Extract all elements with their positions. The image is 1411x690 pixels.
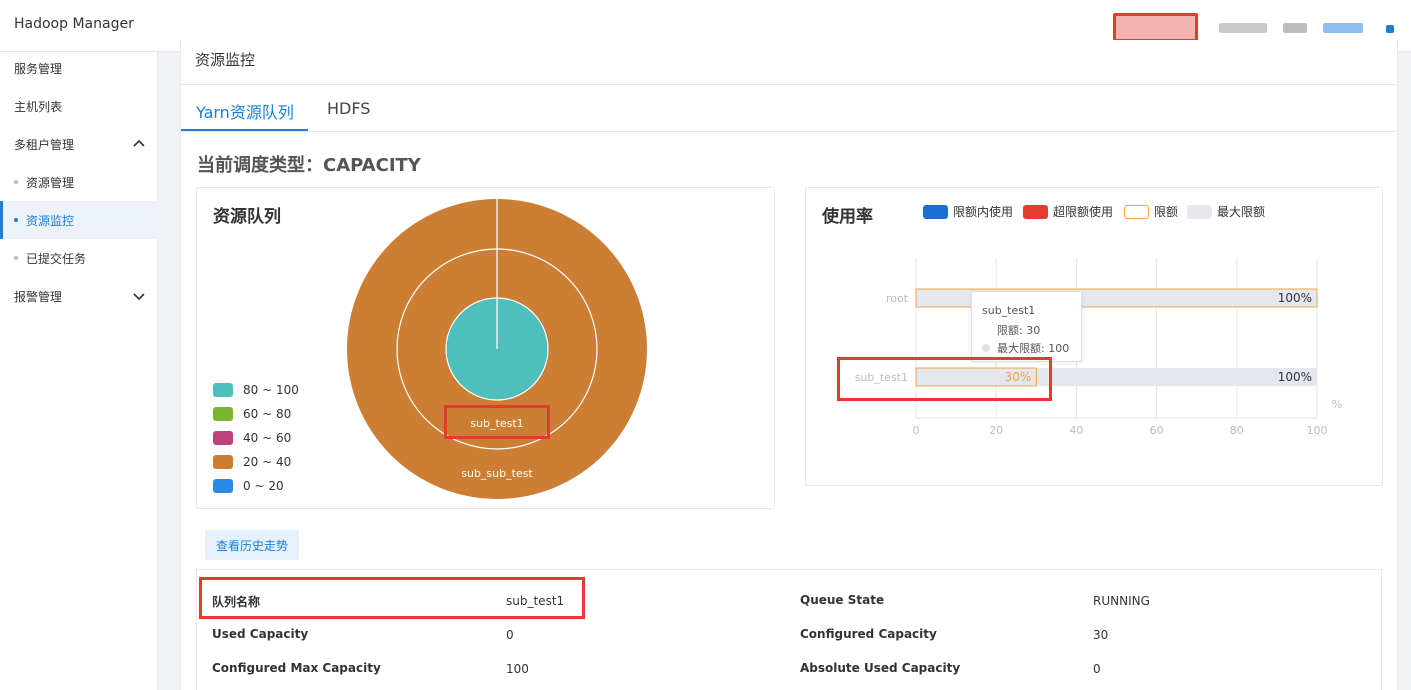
sidebar-item-label: 主机列表 <box>14 99 63 114</box>
x-tick-label: 80 <box>1230 424 1244 437</box>
x-unit-label: % <box>1332 398 1342 411</box>
bullet-icon <box>14 218 18 222</box>
limit-value-label: 100% <box>1278 291 1312 305</box>
highlight-annotation <box>837 357 1052 401</box>
tooltip-limit: 限额: 30 <box>997 324 1041 337</box>
bullet-icon <box>14 180 18 184</box>
detail-value: 0 <box>1093 662 1101 676</box>
sub-sub-test-label: sub_sub_test <box>461 467 533 480</box>
queue-details: 队列名称 sub_test1 Queue State RUNNING Used … <box>196 569 1382 690</box>
redacted-user-area <box>1113 13 1198 42</box>
detail-value: 30 <box>1093 628 1109 642</box>
chevron-down-icon <box>133 293 145 301</box>
sidebar-item-service-management[interactable]: 服务管理 <box>0 49 158 87</box>
bullet-icon <box>14 256 18 260</box>
resource-queue-panel: 资源队列 80 ~ 100 60 ~ 80 40 ~ 60 20 ~ 40 0 … <box>196 187 775 509</box>
view-history-button[interactable]: 查看历史走势 <box>205 530 299 560</box>
x-tick-label: 60 <box>1150 424 1164 437</box>
tab-hdfs[interactable]: HDFS <box>327 99 370 118</box>
chevron-up-icon <box>133 139 145 147</box>
x-tick-label: 0 <box>913 424 920 437</box>
sidebar-item-multi-tenant[interactable]: 多租户管理 <box>0 125 158 163</box>
detail-value: 0 <box>506 628 514 642</box>
app-title: Hadoop Manager <box>14 16 134 32</box>
sidebar-item-submitted-tasks[interactable]: 已提交任务 <box>0 239 158 277</box>
highlight-annotation <box>444 405 550 439</box>
tooltip-title: sub_test1 <box>982 304 1036 317</box>
sidebar-item-label: 多租户管理 <box>14 137 75 152</box>
page-title: 资源监控 <box>195 51 256 69</box>
detail-value: 100 <box>506 662 529 676</box>
detail-value: RUNNING <box>1093 594 1150 608</box>
sidebar-item-label: 资源管理 <box>26 175 75 190</box>
usage-panel: 使用率 限额内使用 超限额使用 限额 最大限额 0 20 40 60 80 100% roo… <box>805 187 1383 486</box>
max-value-label: 100% <box>1278 370 1312 384</box>
content-gutter <box>158 52 180 690</box>
redacted-text <box>1219 23 1267 33</box>
sidebar: 服务管理 主机列表 多租户管理 资源管理 资源监控 已提交任务 报警管理 <box>0 52 158 690</box>
detail-label: Configured Capacity <box>800 627 937 641</box>
detail-label: Configured Max Capacity <box>212 661 381 675</box>
tooltip-marker <box>982 344 990 352</box>
detail-label: Absolute Used Capacity <box>800 661 961 675</box>
sidebar-item-host-list[interactable]: 主机列表 <box>0 87 158 125</box>
y-category-label: root <box>886 292 909 305</box>
divider <box>181 84 1397 85</box>
redacted-link[interactable] <box>1323 23 1363 33</box>
detail-label: Queue State <box>800 593 885 607</box>
sidebar-item-label: 资源监控 <box>26 213 75 228</box>
scheduler-type: 当前调度类型：CAPACITY <box>197 155 421 176</box>
detail-label: Used Capacity <box>212 627 309 641</box>
sidebar-item-label: 已提交任务 <box>26 251 87 266</box>
x-tick-label: 20 <box>989 424 1003 437</box>
main-content: 资源监控 Yarn资源队列 HDFS 当前调度类型：CAPACITY 资源队列 … <box>180 40 1398 690</box>
usage-bar-chart: 0 20 40 60 80 100%root 100%sub_test1 30% 100% <box>855 258 1342 437</box>
sidebar-item-resource-management[interactable]: 资源管理 <box>0 163 158 201</box>
chart-tooltip: sub_test1 限额: 30 最大限额: 100 <box>971 291 1082 362</box>
divider <box>181 131 1397 132</box>
highlight-annotation <box>199 577 585 619</box>
redacted-text <box>1283 23 1307 33</box>
tooltip-max-limit: 最大限额: 100 <box>997 342 1070 355</box>
tab-yarn-queue[interactable]: Yarn资源队列 <box>196 99 294 123</box>
sunburst-chart: sub_test1 sub_sub_test <box>347 199 647 499</box>
user-icon[interactable] <box>1386 25 1394 33</box>
sidebar-item-resource-monitoring[interactable]: 资源监控 <box>0 201 158 239</box>
sidebar-item-label: 报警管理 <box>14 289 63 304</box>
x-tick-label: 40 <box>1069 424 1083 437</box>
x-tick-label: 100 <box>1307 424 1328 437</box>
sidebar-item-alarm-management[interactable]: 报警管理 <box>0 277 158 315</box>
sidebar-item-label: 服务管理 <box>14 61 63 76</box>
